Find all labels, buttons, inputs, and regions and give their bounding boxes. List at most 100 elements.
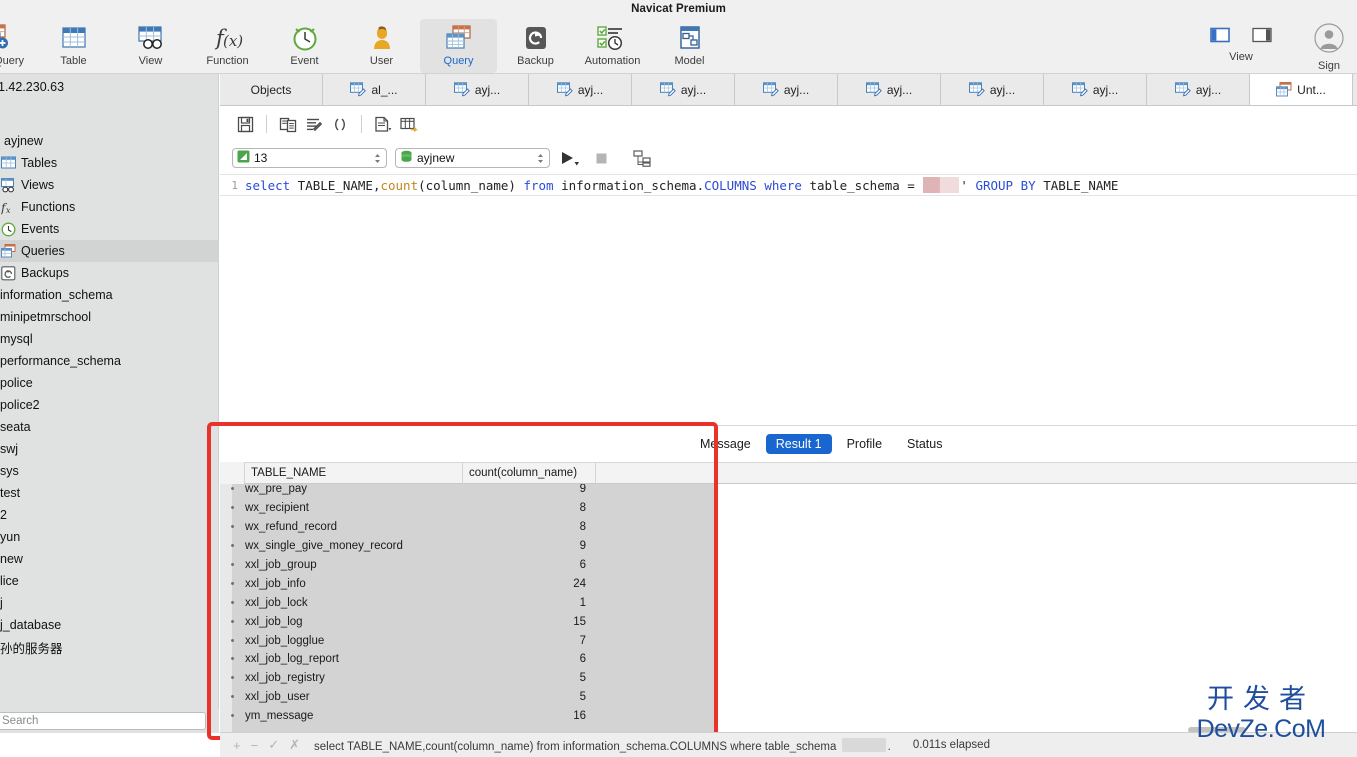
sidebar-database-test[interactable]: test (0, 482, 219, 504)
sidebar-database-police[interactable]: police (0, 372, 219, 394)
run-icon[interactable] (558, 147, 582, 169)
sidebar-database-minipetmrschool[interactable]: minipetmrschool (0, 306, 219, 328)
toolbar-item-table[interactable]: Table (35, 19, 112, 73)
sidebar-database-performance_schema[interactable]: performance_schema (0, 350, 219, 372)
table-row[interactable]: • xxl_job_log_report 6 (220, 650, 1357, 669)
toolbar-item-user[interactable]: User (343, 19, 420, 73)
database-combo[interactable]: ayjnew (395, 148, 550, 168)
sidebar-item-functions[interactable]: f x Functions (0, 196, 219, 218)
sidebar-database-sys[interactable]: sys (0, 460, 219, 482)
database-stepper[interactable] (534, 152, 547, 165)
result-tab-message[interactable]: Message (690, 434, 761, 454)
sidebar-item-backups[interactable]: Backups (0, 262, 219, 284)
tab-doc-8[interactable]: ayj... (1044, 74, 1147, 105)
toolbar-item-query[interactable]: Query (420, 19, 497, 73)
sidebar-right-icon[interactable] (1252, 27, 1272, 48)
sidebar-item-events[interactable]: Events (0, 218, 219, 240)
sidebar-database-lice[interactable]: lice (0, 570, 219, 592)
table-row[interactable]: • xxl_job_user 5 (220, 688, 1357, 707)
search-input[interactable] (0, 712, 206, 730)
table-row[interactable]: • xxl_job_info 24 (220, 574, 1357, 593)
beautify-sql-icon[interactable] (301, 111, 327, 137)
result-tab-profile[interactable]: Profile (837, 434, 892, 454)
sidebar-database-swj[interactable]: swj (0, 438, 219, 460)
tab-doc-4[interactable]: ayj... (632, 74, 735, 105)
explain-icon[interactable] (396, 111, 422, 137)
cell-count: 16 (573, 710, 586, 723)
query-icon (442, 23, 476, 53)
toolbar-item-automation[interactable]: Automation (574, 19, 651, 73)
result-tab-result-1[interactable]: Result 1 (765, 434, 832, 454)
sidebar-database-孙的服务器[interactable]: 孙的服务器 (0, 636, 219, 658)
sidebar-database-mysql[interactable]: mysql (0, 328, 219, 350)
events-icon (0, 221, 17, 238)
table-row[interactable]: • wx_pre_pay 9 (220, 484, 1357, 499)
tab-doc-3[interactable]: ayj... (529, 74, 632, 105)
row-marker-icon: • (230, 577, 235, 590)
sql-token: where (764, 178, 802, 193)
stop-icon[interactable] (590, 147, 614, 169)
result-tab-status[interactable]: Status (897, 434, 952, 454)
table-row[interactable]: • xxl_job_group 6 (220, 556, 1357, 575)
export-result-icon[interactable] (370, 111, 396, 137)
sidebar-item-ayjnew[interactable]: ayjnew (0, 130, 219, 152)
table-row[interactable]: • wx_recipient 8 (220, 499, 1357, 518)
sidebar-item-views[interactable]: Views (0, 174, 219, 196)
sidebar-item-queries[interactable]: Queries (0, 240, 219, 262)
tab-doc-1[interactable]: al_... (323, 74, 426, 105)
queries-icon (0, 243, 17, 260)
signin-group[interactable]: Sign (1301, 18, 1357, 72)
sidebar-database-label: 孙的服务器 (0, 641, 63, 656)
sidebar-database-2[interactable]: 2 (0, 504, 219, 526)
sidebar-left-icon[interactable] (1210, 27, 1230, 48)
sidebar-database-j_database[interactable]: j_database (0, 614, 219, 636)
status-bar: + − ✓ ✗ select TABLE_NAME,count(column_n… (220, 732, 1357, 757)
toolbar-item-event[interactable]: Event (266, 19, 343, 73)
tab-doc-5[interactable]: ayj... (735, 74, 838, 105)
sidebar-database-information_schema[interactable]: information_schema (0, 284, 219, 306)
sidebar-connection[interactable]: 1.42.230.63 (0, 74, 219, 100)
sidebar-database-j[interactable]: j (0, 592, 219, 614)
confirm-icon[interactable]: ✓ (268, 737, 279, 753)
sql-editor-line[interactable]: 1 select TABLE_NAME,count(column_name) f… (220, 174, 1357, 196)
explain-plan-icon[interactable] (630, 147, 654, 169)
copy-icon[interactable] (275, 111, 301, 137)
limit-stepper[interactable] (371, 152, 384, 165)
toolbar-item-function[interactable]: f (x) Function (189, 19, 266, 73)
toolbar-item-new-query[interactable]: New Query (0, 19, 35, 73)
tab-doc-9[interactable]: ayj... (1147, 74, 1250, 105)
table-row[interactable]: • wx_refund_record 8 (220, 518, 1357, 537)
toolbar-item-view[interactable]: View (112, 19, 189, 73)
add-record-icon[interactable]: + (233, 738, 241, 753)
sidebar-database-new[interactable]: new (0, 548, 219, 570)
tab-doc-10[interactable]: Unt... (1250, 74, 1353, 105)
table-row[interactable]: • ym_message 16 (220, 707, 1357, 726)
cell-table-name: xxl_job_registry (245, 672, 325, 685)
tab-doc-6[interactable]: ayj... (838, 74, 941, 105)
sidebar-database-seata[interactable]: seata (0, 416, 219, 438)
remove-record-icon[interactable]: − (251, 738, 259, 753)
save-icon[interactable] (232, 111, 258, 137)
table-row[interactable]: • xxl_job_lock 1 (220, 593, 1357, 612)
tab-label: ayj... (1195, 82, 1222, 97)
row-limit-combo[interactable]: 13 (232, 148, 387, 168)
tab-objects[interactable]: Objects (220, 74, 323, 105)
table-row[interactable]: • xxl_job_registry 5 (220, 669, 1357, 688)
table-row[interactable]: • xxl_job_logglue 7 (220, 631, 1357, 650)
sidebar-item-tables[interactable]: Tables (0, 152, 219, 174)
parentheses-icon[interactable] (327, 111, 353, 137)
table-row[interactable]: • xxl_job_log 15 (220, 612, 1357, 631)
results-grid-body[interactable]: • wx_pre_pay 9 • wx_recipient 8 • wx_refund_rec… (220, 484, 1357, 734)
row-marker-icon: • (230, 615, 235, 628)
tab-doc-2[interactable]: ayj... (426, 74, 529, 105)
sql-token: count (380, 178, 419, 193)
toolbar-item-model[interactable]: Model (651, 19, 728, 73)
sidebar-database-yun[interactable]: yun (0, 526, 219, 548)
column-header-count[interactable]: count(column_name) (463, 462, 596, 484)
tab-doc-7[interactable]: ayj... (941, 74, 1044, 105)
toolbar-item-backup[interactable]: Backup (497, 19, 574, 73)
cancel-icon[interactable]: ✗ (289, 737, 300, 753)
table-row[interactable]: • wx_single_give_money_record 9 (220, 537, 1357, 556)
sidebar-database-police2[interactable]: police2 (0, 394, 219, 416)
column-header-table-name[interactable]: TABLE_NAME (245, 462, 463, 484)
